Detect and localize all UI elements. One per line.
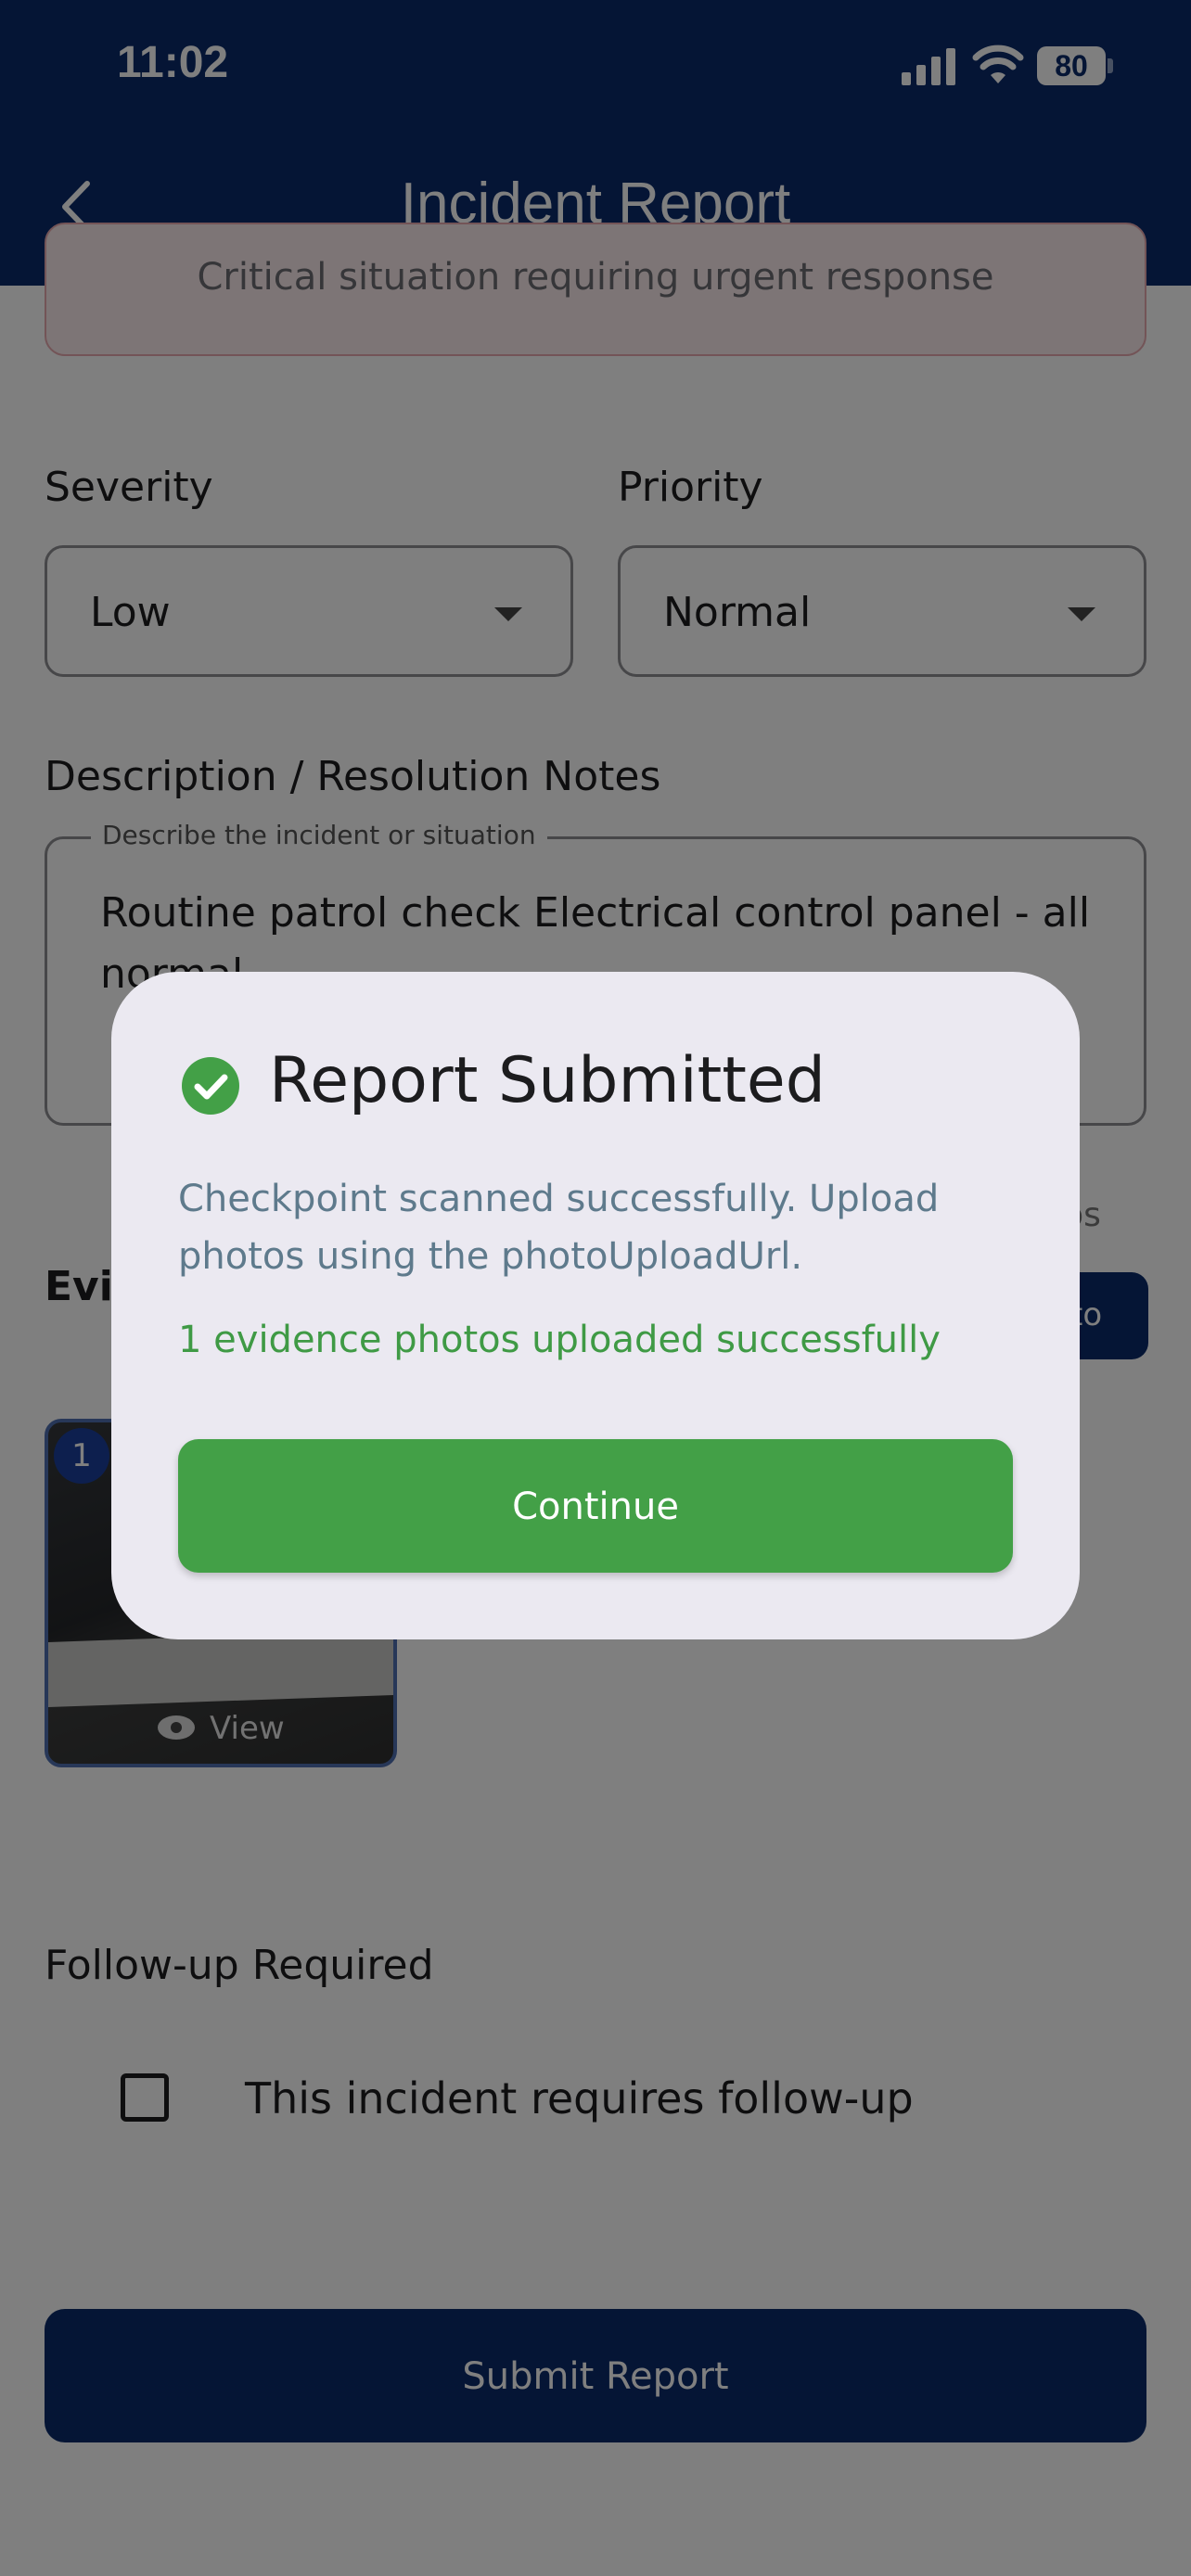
check-circle-icon (182, 1057, 239, 1115)
dialog-title: Report Submitted (269, 1044, 826, 1117)
dialog-message: Checkpoint scanned successfully. Upload … (178, 1178, 940, 1278)
dialog-success-text: 1 evidence photos uploaded successfully (178, 1319, 941, 1361)
continue-label: Continue (512, 1486, 679, 1528)
